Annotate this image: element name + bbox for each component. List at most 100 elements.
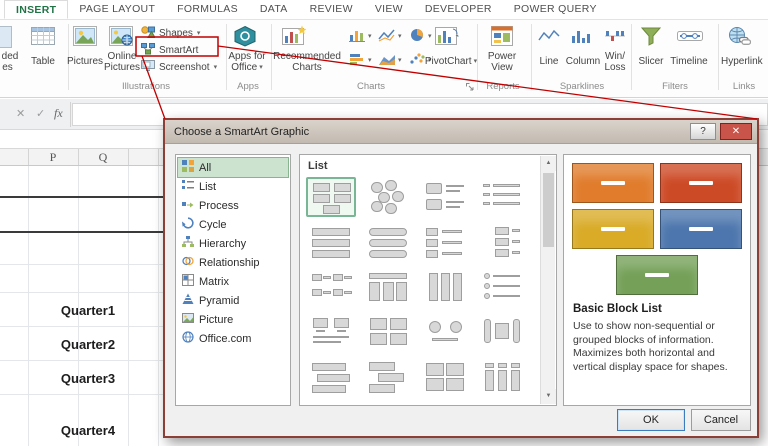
- column-header-P[interactable]: P: [28, 150, 78, 165]
- smartart-button[interactable]: SmartArt: [141, 42, 198, 58]
- screenshot-button[interactable]: Screenshot ▾: [141, 59, 217, 75]
- scroll-up-icon[interactable]: ▲: [541, 156, 556, 171]
- gallery-scrollbar[interactable]: ▲ ▼: [540, 156, 556, 404]
- layout-thumbnail-bullet-rows[interactable]: [477, 177, 527, 217]
- category-hierarchy[interactable]: Hierarchy: [178, 234, 288, 253]
- online-pictures-button[interactable]: Online: [102, 51, 142, 62]
- layout-thumbnail-bullet-list[interactable]: [477, 267, 527, 307]
- insert-pie-chart-button[interactable]: ▾: [408, 28, 432, 45]
- scrollbar-thumb[interactable]: [543, 173, 554, 247]
- insert-line-chart-button[interactable]: ▾: [378, 28, 402, 45]
- win-loss-sparkline-button[interactable]: Win/: [600, 51, 630, 62]
- tab-view[interactable]: VIEW: [364, 0, 414, 19]
- insert-column-chart-button[interactable]: ▾: [348, 28, 372, 45]
- layout-thumbnail-banner-stack[interactable]: [306, 357, 356, 397]
- layout-thumbnail-paired-grid[interactable]: [306, 267, 356, 307]
- power-view-button[interactable]: Power: [481, 51, 523, 62]
- scroll-down-icon[interactable]: ▼: [541, 389, 556, 404]
- cell-quarter1[interactable]: Quarter1: [53, 303, 123, 318]
- tab-page-layout[interactable]: PAGE LAYOUT: [68, 0, 166, 19]
- preview-block: [660, 209, 742, 249]
- table-button[interactable]: Table: [22, 56, 64, 67]
- thumbnail-shape: [446, 378, 464, 391]
- category-pyramid[interactable]: Pyramid: [178, 291, 288, 310]
- layout-description: Use to show non-sequential or grouped bl…: [573, 320, 728, 373]
- reports-group-label: Reports: [486, 81, 520, 92]
- cancel-button[interactable]: Cancel: [691, 409, 751, 431]
- layout-thumbnail-wide-bars[interactable]: [306, 222, 356, 262]
- category-cycle[interactable]: Cycle: [178, 215, 288, 234]
- layout-thumbnail-hexagons[interactable]: [363, 177, 413, 217]
- links-group-label: Links: [732, 81, 756, 92]
- charts-dialog-launcher-icon[interactable]: [465, 82, 475, 95]
- layout-thumbnail-tile-grid[interactable]: [363, 312, 413, 352]
- dialog-titlebar[interactable]: Choose a SmartArt Graphic ? ✕: [165, 120, 757, 144]
- tab-review[interactable]: REVIEW: [299, 0, 364, 19]
- ok-button[interactable]: OK: [617, 409, 685, 431]
- recommended-pivottables-button-partial[interactable]: ded: [0, 51, 20, 62]
- cell-quarter2[interactable]: Quarter2: [53, 337, 123, 352]
- category-list: All List Process Cycle Hierarchy Relationship…: [175, 154, 291, 406]
- pictures-button[interactable]: Pictures: [64, 56, 106, 67]
- layout-thumbnail-picture-rows[interactable]: [420, 177, 470, 217]
- thumbnail-shape: [426, 199, 442, 210]
- close-icon[interactable]: ✕: [720, 123, 752, 140]
- layout-thumbnail-staggered-bars[interactable]: [363, 357, 413, 397]
- preview-block: [616, 255, 698, 295]
- category-picture[interactable]: Picture: [178, 310, 288, 329]
- thumbnail-shape: [312, 228, 350, 236]
- thumbnail-shape: [312, 274, 322, 281]
- column-sparkline-button[interactable]: Column: [562, 56, 604, 67]
- tab-insert[interactable]: INSERT: [4, 0, 69, 19]
- tab-formulas[interactable]: FORMULAS: [166, 0, 249, 19]
- pivotchart-button[interactable]: PivotChart ▾: [422, 56, 480, 67]
- insert-area-chart-button[interactable]: ▾: [378, 52, 402, 69]
- thumbnail-shape: [485, 370, 494, 391]
- layout-thumbnail-capped-columns[interactable]: [477, 357, 527, 397]
- thumbnail-shape: [495, 323, 509, 339]
- tab-data[interactable]: DATA: [249, 0, 299, 19]
- tab-power-query[interactable]: POWER QUERY: [503, 0, 608, 19]
- layout-thumbnail-big-tiles[interactable]: [420, 357, 470, 397]
- thumbnail-shape: [323, 205, 340, 214]
- slicer-button[interactable]: Slicer: [632, 56, 670, 67]
- layout-thumbnail-header-table[interactable]: [363, 267, 413, 307]
- layout-thumbnail-vertical-boxes[interactable]: [477, 222, 527, 262]
- column-header-Q[interactable]: Q: [78, 150, 128, 165]
- insert-function-button[interactable]: fx: [54, 106, 63, 121]
- enter-entry-icon[interactable]: ✓: [36, 107, 45, 120]
- wide-bars-rounded-icon: [365, 224, 411, 260]
- thumbnail-shape: [333, 289, 343, 296]
- layout-thumbnail-box-caption-rows[interactable]: [420, 222, 470, 262]
- category-all[interactable]: All: [177, 157, 289, 178]
- apps-for-office-button[interactable]: Apps for: [224, 51, 270, 62]
- hierarchy-icon: [182, 236, 194, 251]
- layout-thumbnail-wide-bars-rounded[interactable]: [363, 222, 413, 262]
- column-sparkline-icon: [570, 28, 592, 47]
- thumbnail-shape: [483, 184, 490, 187]
- help-button[interactable]: ?: [690, 123, 716, 140]
- monitor-pair-icon: [308, 314, 354, 350]
- layout-thumbnail-circle-pair[interactable]: [420, 312, 470, 352]
- cell-quarter4[interactable]: Quarter4: [53, 423, 123, 438]
- category-list[interactable]: List: [178, 177, 288, 196]
- category-relationship[interactable]: Relationship: [178, 253, 288, 272]
- layout-thumbnail-monitor-pair[interactable]: [306, 312, 356, 352]
- tab-developer[interactable]: DEVELOPER: [414, 0, 503, 19]
- hyperlink-button[interactable]: Hyperlink: [721, 56, 768, 67]
- shapes-button[interactable]: Shapes ▾: [141, 25, 200, 41]
- layout-thumbnail-blocks[interactable]: [306, 177, 356, 217]
- capped-columns-icon: [479, 359, 525, 395]
- cell-quarter3[interactable]: Quarter3: [53, 371, 123, 386]
- layout-thumbnail-column-boxes[interactable]: [420, 267, 470, 307]
- timeline-button[interactable]: Timeline: [666, 56, 712, 67]
- insert-bar-chart-button[interactable]: ▾: [348, 52, 372, 69]
- thumbnail-shape: [369, 273, 407, 279]
- category-matrix[interactable]: Matrix: [178, 272, 288, 291]
- cancel-entry-icon[interactable]: ✕: [16, 107, 25, 120]
- recommended-charts-button[interactable]: Recommended: [270, 51, 344, 62]
- category-process[interactable]: Process: [178, 196, 288, 215]
- layout-thumbnail-bracket-pair[interactable]: [477, 312, 527, 352]
- category-office-com[interactable]: Office.com: [178, 329, 288, 348]
- box-caption-rows-icon: [422, 224, 468, 260]
